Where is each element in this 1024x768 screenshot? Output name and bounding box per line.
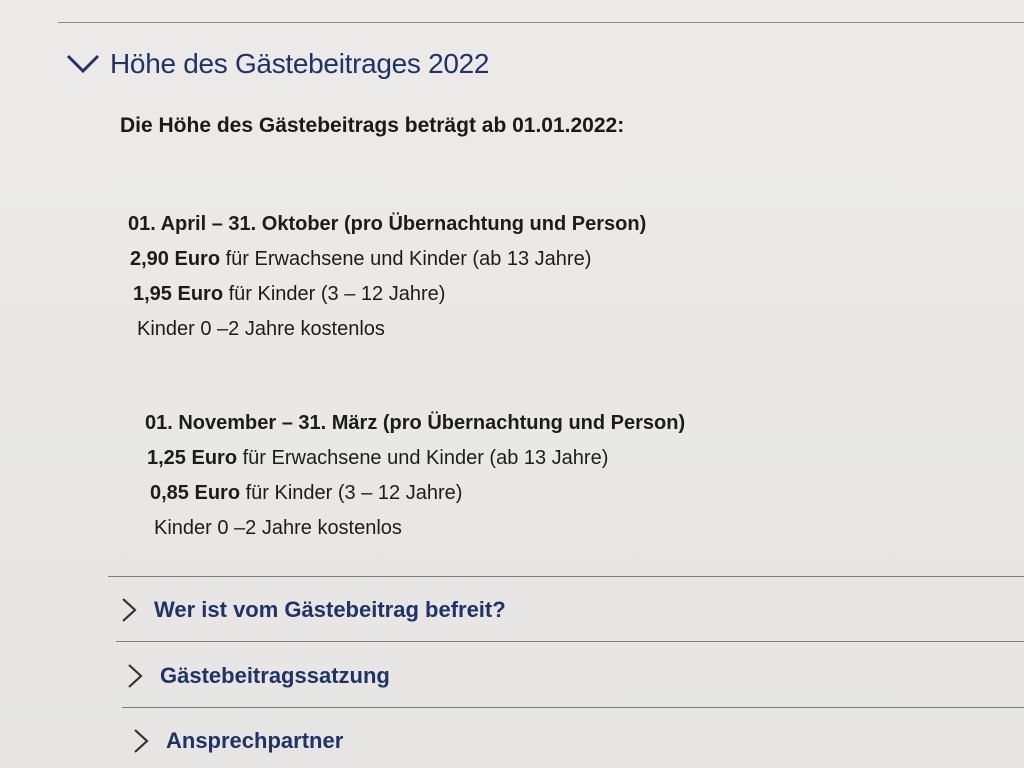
price-line-free: Kinder 0 –2 Jahre kostenlos <box>137 318 385 340</box>
price-value: 0,85 Euro <box>150 482 241 504</box>
top-divider <box>58 22 1024 23</box>
chevron-right-icon <box>134 729 149 753</box>
season-heading: 01. April – 31. Oktober (pro Übernachtun… <box>128 213 647 235</box>
chevron-right-icon <box>122 598 137 622</box>
divider <box>122 707 1024 708</box>
price-line-child: 0,85 Euro für Kinder (3 – 12 Jahre) <box>145 476 685 511</box>
season-block-summer: 01. April – 31. Oktober (pro Übernachtun… <box>128 207 646 347</box>
price-value: 1,95 Euro <box>133 283 224 305</box>
chevron-right-icon <box>128 664 143 688</box>
accordion-item-satzung[interactable]: Gästebeitragssatzung <box>126 662 390 690</box>
accordion-item-befreit[interactable]: Wer ist vom Gästebeitrag befreit? <box>120 596 506 624</box>
intro-text: Die Höhe des Gästebeitrags beträgt ab 01… <box>120 114 625 137</box>
accordion-title: Höhe des Gästebeitrages 2022 <box>110 48 490 79</box>
accordion-header-gaestebeitrag[interactable]: Höhe des Gästebeitrages 2022 <box>66 48 490 80</box>
divider <box>116 641 1024 642</box>
season-block-winter: 01. November – 31. März (pro Übernachtun… <box>145 406 685 546</box>
accordion-item-label: Gästebeitragssatzung <box>160 663 390 688</box>
price-description: für Erwachsene und Kinder (ab 13 Jahre) <box>220 248 592 270</box>
price-description: für Kinder (3 – 12 Jahre) <box>240 482 463 504</box>
price-description: für Kinder (3 – 12 Jahre) <box>223 283 446 305</box>
price-line-adult: 1,25 Euro für Erwachsene und Kinder (ab … <box>145 441 685 476</box>
accordion-item-ansprechpartner[interactable]: Ansprechpartner <box>132 727 343 755</box>
season-heading: 01. November – 31. März (pro Übernachtun… <box>145 412 686 434</box>
accordion-item-label: Wer ist vom Gästebeitrag befreit? <box>154 597 506 622</box>
price-description: für Erwachsene und Kinder (ab 13 Jahre) <box>237 447 609 469</box>
accordion-item-label: Ansprechpartner <box>166 728 344 753</box>
price-line-free: Kinder 0 –2 Jahre kostenlos <box>154 517 402 539</box>
price-line-child: 1,95 Euro für Kinder (3 – 12 Jahre) <box>128 277 646 312</box>
price-line-adult: 2,90 Euro für Erwachsene und Kinder (ab … <box>128 242 646 277</box>
page: Höhe des Gästebeitrages 2022 Die Höhe de… <box>0 0 1024 768</box>
divider <box>108 576 1024 577</box>
price-value: 1,25 Euro <box>147 447 238 469</box>
price-value: 2,90 Euro <box>130 248 221 270</box>
chevron-down-icon <box>66 54 100 74</box>
